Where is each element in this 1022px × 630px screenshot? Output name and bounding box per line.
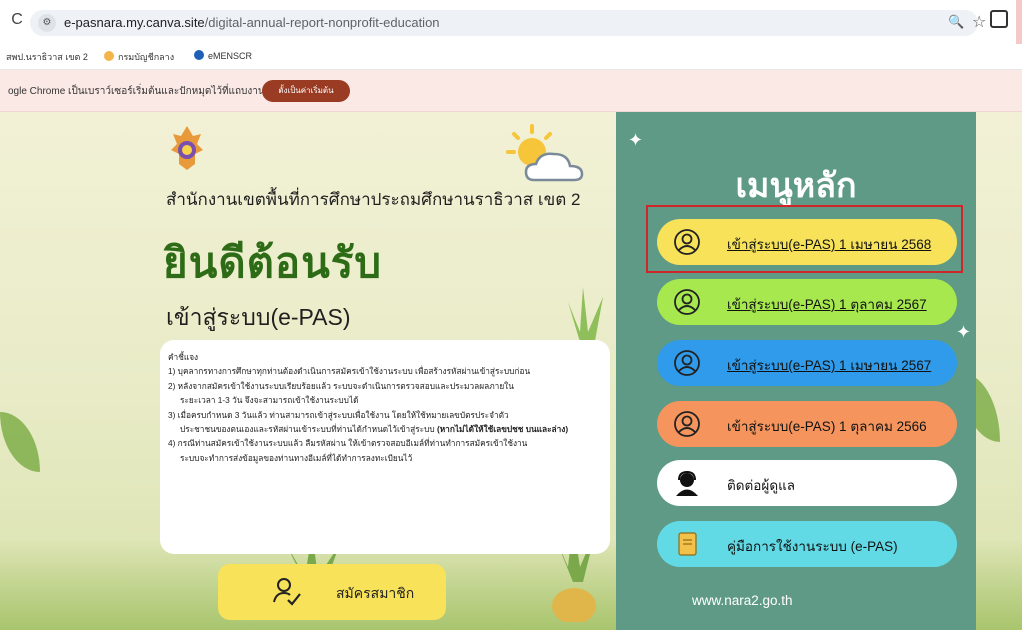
menu-item-label: คู่มือการใช้งานระบบ (e-PAS) bbox=[727, 539, 898, 554]
register-button[interactable]: สมัครสมาชิก bbox=[218, 564, 446, 620]
site-info-icon[interactable]: ⚙ bbox=[38, 14, 56, 32]
bookmark-item[interactable]: กรมบัญชีกลาง bbox=[104, 50, 174, 64]
url-host: e-pasnara.my.canva.site bbox=[64, 15, 205, 30]
instruction-note-bold: (หากไม่ได้ให้ใช้เลขปชช บนและล่าง) bbox=[436, 424, 569, 435]
menu-login-apr-2567[interactable]: เข้าสู่ระบบ(e-PAS) 1 เมษายน 2567 bbox=[657, 340, 957, 386]
folder-icon bbox=[104, 51, 114, 61]
bookmark-star-icon[interactable]: ☆ bbox=[972, 12, 986, 32]
support-agent-icon bbox=[676, 470, 698, 496]
instructions-panel: คำชี้แจง 1) บุคลากรทางการศึกษาทุกท่านต้อ… bbox=[160, 340, 610, 554]
user-check-icon bbox=[273, 578, 301, 606]
leaf-decoration bbox=[0, 412, 40, 472]
browser-toolbar: C ⚙ e-pasnara.my.canva.site/digital-annu… bbox=[0, 0, 1022, 44]
instruction-line: ระยะเวลา 1-3 วัน จึงจะสามารถเข้าใช้งานระ… bbox=[180, 395, 359, 406]
menu-login-oct-2566[interactable]: เข้าสู่ระบบ(e-PAS) 1 ตุลาคม 2566 bbox=[657, 401, 957, 447]
sparkle-decoration: ✦ bbox=[628, 130, 644, 150]
instruction-line: 1) บุคลากรทางการศึกษาทุกท่านต้องดำเนินกา… bbox=[168, 366, 531, 377]
main-menu-title: เมนูหลัก bbox=[735, 166, 857, 206]
instruction-line: ประชาชนของตนเองและรหัสผ่านเข้าระบบที่ท่า… bbox=[180, 424, 569, 435]
menu-item-label: ติดต่อผู้ดูแล bbox=[727, 478, 796, 493]
menu-item-label: เข้าสู่ระบบ(e-PAS) 1 ตุลาคม 2567 bbox=[727, 297, 927, 312]
zoom-icon[interactable]: 🔍 bbox=[948, 14, 964, 30]
user-circle-icon bbox=[674, 350, 700, 376]
website-link[interactable]: www.nara2.go.th bbox=[692, 593, 793, 608]
register-label: สมัครสมาชิก bbox=[336, 585, 415, 601]
menu-contact-admin[interactable]: ติดต่อผู้ดูแล bbox=[657, 460, 957, 506]
instruction-line: 4) กรณีท่านสมัครเข้าใช้งานระบบแล้ว ลืมรห… bbox=[168, 438, 528, 449]
globe-icon bbox=[194, 50, 204, 60]
address-bar[interactable]: ⚙ e-pasnara.my.canva.site/digital-annual… bbox=[30, 10, 986, 36]
reload-icon[interactable]: C bbox=[8, 11, 26, 29]
sparkle-decoration: ✦ bbox=[956, 322, 972, 342]
url-path: /digital-annual-report-nonprofit-educati… bbox=[204, 15, 440, 30]
user-circle-icon bbox=[674, 411, 700, 437]
bookmark-item[interactable]: eMENSCR bbox=[194, 50, 252, 61]
instructions-heading: คำชี้แจง bbox=[168, 352, 199, 362]
menu-login-oct-2567[interactable]: เข้าสู่ระบบ(e-PAS) 1 ตุลาคม 2567 bbox=[657, 279, 957, 325]
office-emblem-icon bbox=[171, 126, 203, 170]
menu-item-label: เข้าสู่ระบบ(e-PAS) 1 ตุลาคม 2566 bbox=[727, 419, 927, 434]
menu-user-manual[interactable]: คู่มือการใช้งานระบบ (e-PAS) bbox=[657, 521, 957, 567]
window-edge bbox=[1016, 0, 1022, 44]
sun-cloud-icon bbox=[506, 124, 584, 182]
extensions-icon[interactable] bbox=[990, 10, 1008, 28]
user-circle-icon bbox=[674, 289, 700, 315]
instruction-line: 3) เมื่อครบกำหนด 3 วันแล้ว ท่านสามารถเข้… bbox=[168, 409, 509, 420]
highlight-annotation-box bbox=[646, 205, 963, 273]
default-browser-infobar: ogle Chrome เป็นเบราว์เซอร์เริ่มต้นและปั… bbox=[0, 70, 1022, 112]
manual-book-icon bbox=[678, 532, 697, 556]
page-canvas: สำนักงานเขตพื้นที่การศึกษาประถมศึกษานราธ… bbox=[0, 112, 1022, 630]
bookmark-item[interactable]: สพป.นราธิวาส เขต 2 bbox=[6, 50, 88, 64]
instruction-line: 2) หลังจากสมัครเข้าใช้งานระบบเรียบร้อยแล… bbox=[168, 380, 514, 391]
login-subtitle: เข้าสู่ระบบ(e-PAS) bbox=[166, 304, 351, 330]
infobar-message: ogle Chrome เป็นเบราว์เซอร์เริ่มต้นและปั… bbox=[8, 86, 265, 97]
menu-item-label: เข้าสู่ระบบ(e-PAS) 1 เมษายน 2567 bbox=[727, 358, 932, 373]
instruction-line: ระบบจะทำการส่งข้อมูลของท่านทางอีเมล์ที่ไ… bbox=[180, 452, 413, 463]
bookmarks-bar: สพป.นราธิวาส เขต 2 กรมบัญชีกลาง eMENSCR bbox=[0, 44, 1022, 70]
office-name: สำนักงานเขตพื้นที่การศึกษาประถมศึกษานราธ… bbox=[166, 190, 581, 209]
url-text[interactable]: e-pasnara.my.canva.site/digital-annual-r… bbox=[64, 15, 440, 30]
set-default-button[interactable]: ตั้งเป็นค่าเริ่มต้น bbox=[262, 80, 350, 102]
welcome-heading: ยินดีต้อนรับ bbox=[163, 238, 383, 287]
